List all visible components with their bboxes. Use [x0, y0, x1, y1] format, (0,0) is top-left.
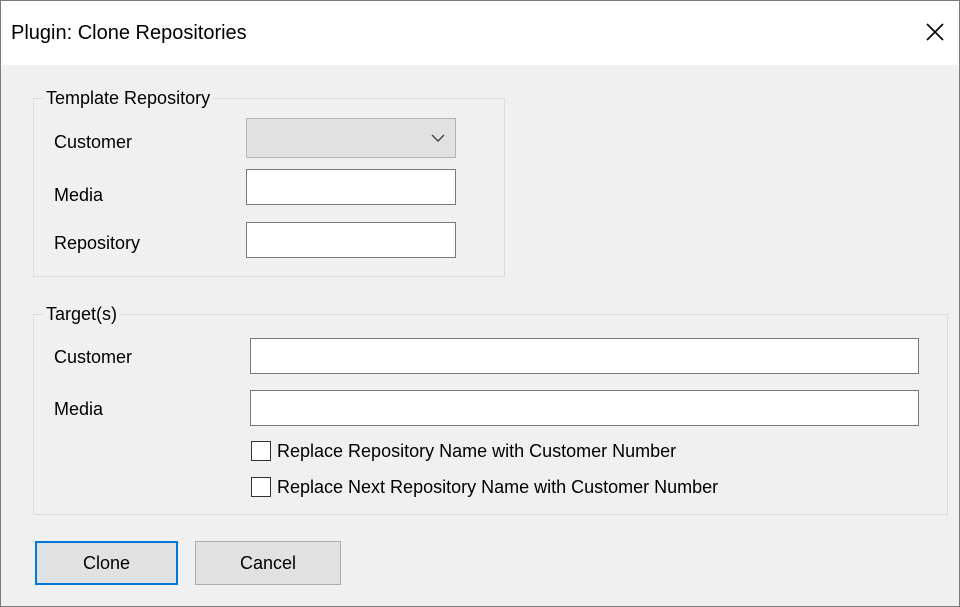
template-repository-input[interactable]: [246, 222, 456, 258]
replace-repository-name-label: Replace Repository Name with Customer Nu…: [277, 441, 677, 461]
target-customer-input[interactable]: [250, 338, 919, 374]
template-repository-label: Repository: [54, 233, 141, 253]
replace-next-repository-name-checkbox[interactable]: [251, 477, 271, 497]
title-bar[interactable]: Plugin: Clone Repositories: [1, 1, 959, 65]
clone-button[interactable]: Clone: [35, 541, 178, 585]
template-repository-legend: Template Repository: [46, 88, 211, 108]
template-customer-dropdown[interactable]: [246, 118, 456, 158]
chevron-down-icon: [431, 134, 445, 142]
target-media-label: Media: [54, 399, 104, 419]
dialog-window: Plugin: Clone Repositories Template Repo…: [0, 0, 960, 607]
window-title: Plugin: Clone Repositories: [11, 22, 247, 44]
close-button[interactable]: [911, 1, 959, 65]
replace-repository-name-checkbox[interactable]: [251, 441, 271, 461]
target-customer-label: Customer: [54, 347, 133, 367]
targets-legend: Target(s): [46, 304, 118, 324]
template-customer-label: Customer: [54, 132, 133, 152]
replace-next-repository-name-option[interactable]: Replace Next Repository Name with Custom…: [251, 475, 851, 501]
cancel-button[interactable]: Cancel: [195, 541, 341, 585]
replace-next-repository-name-label: Replace Next Repository Name with Custom…: [277, 477, 719, 497]
template-media-input[interactable]: [246, 169, 456, 205]
template-media-label: Media: [54, 185, 104, 205]
target-media-input[interactable]: [250, 390, 919, 426]
replace-repository-name-option[interactable]: Replace Repository Name with Customer Nu…: [251, 439, 811, 465]
close-icon: [926, 23, 944, 41]
